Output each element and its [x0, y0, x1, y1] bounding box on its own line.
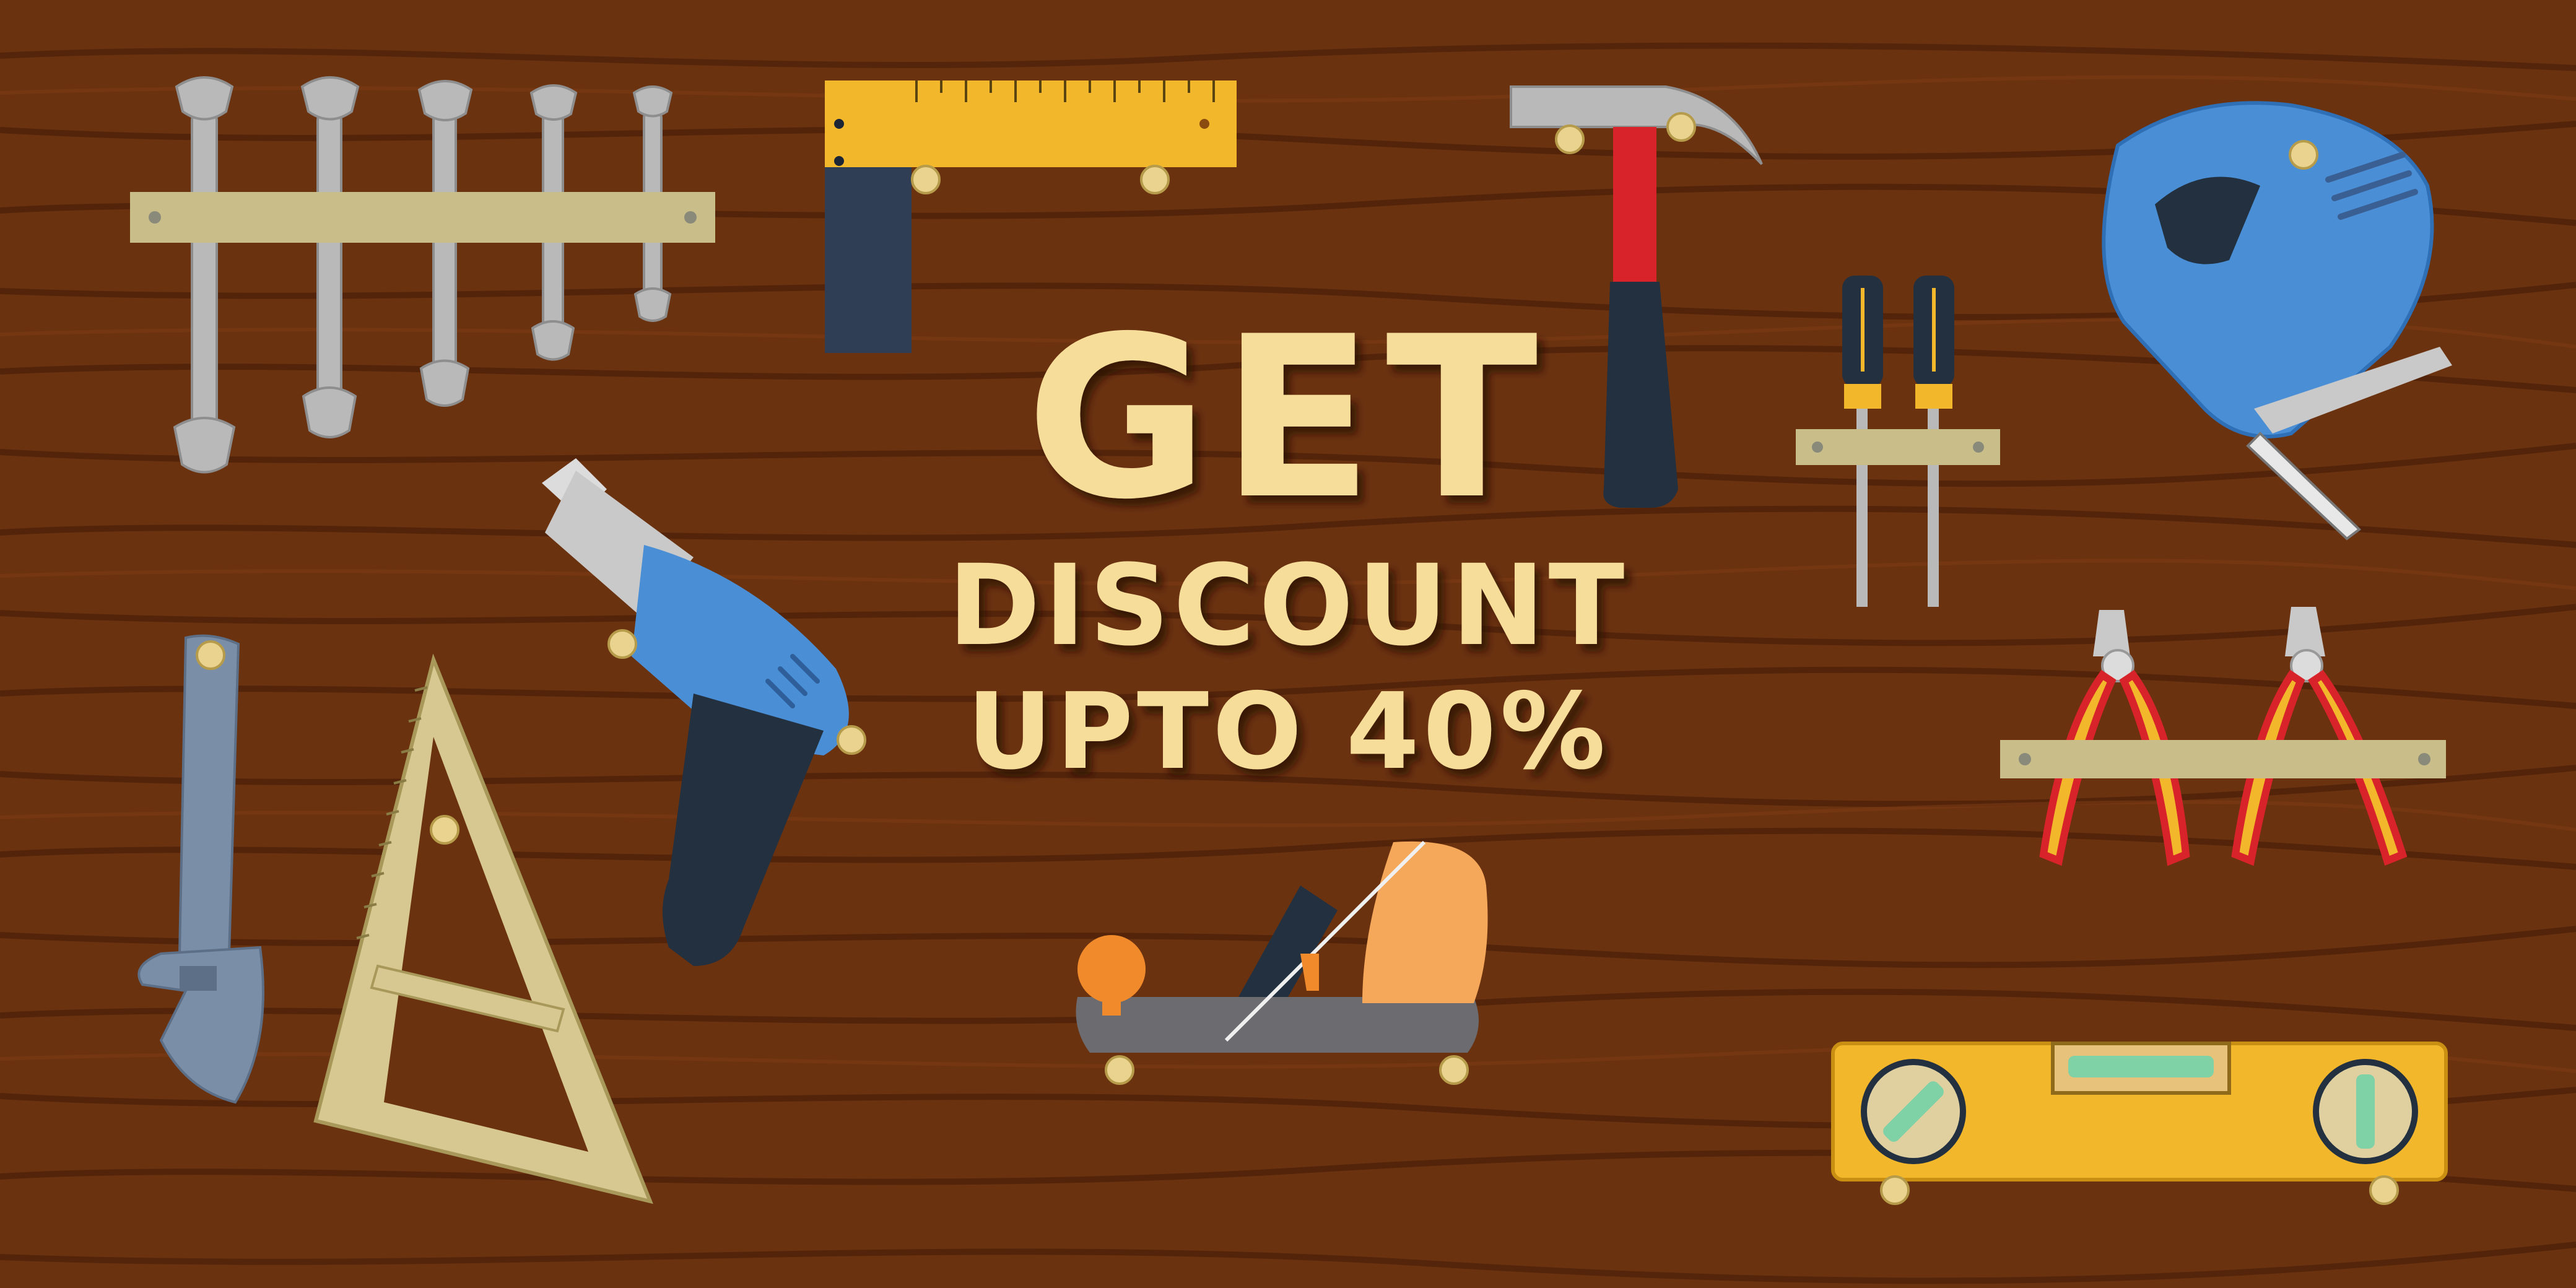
headline-discount: DISCOUNT [948, 541, 1629, 671]
headline-get: GET [1026, 289, 1551, 548]
promo-text: GET DISCOUNT UPTO 40% [948, 289, 1629, 793]
spirit-level-icon [1831, 1042, 2448, 1205]
promo-banner: GET DISCOUNT UPTO 40% [0, 0, 2576, 1288]
headline-upto: UPTO 40% [967, 671, 1609, 793]
